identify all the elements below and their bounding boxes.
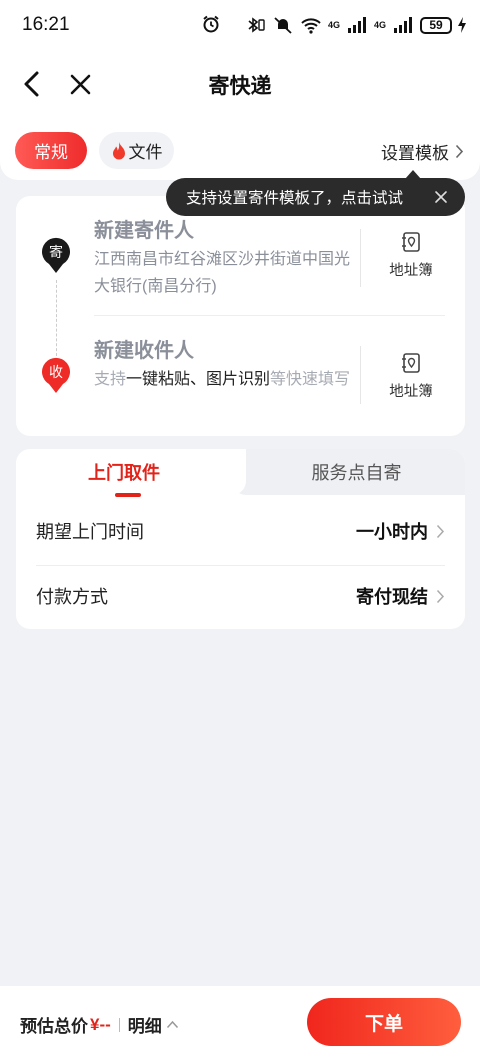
- receiver-address-book-button[interactable]: 地址簿: [378, 352, 444, 412]
- estimate-label: 预估总价: [20, 1017, 88, 1036]
- detail-label: 明细: [127, 1017, 162, 1036]
- connector-line: [56, 280, 57, 356]
- payment-value: 寄付现结: [356, 587, 428, 607]
- chip-document-label: 文件: [128, 143, 163, 162]
- receiver-address-book-label: 地址簿: [389, 384, 433, 400]
- sender-address-book-label: 地址簿: [389, 263, 433, 279]
- alarm-icon: [203, 15, 219, 33]
- estimate-price: ¥--: [90, 1014, 111, 1034]
- network-label-1: 4G: [327, 19, 340, 30]
- divider: [360, 346, 361, 404]
- estimate-total: 预估总价 ¥-- 明细: [20, 1012, 179, 1037]
- network-label-2: 4G: [373, 19, 386, 30]
- receiver-pin-label: 收: [49, 365, 63, 381]
- bluetooth-icon: [248, 17, 265, 33]
- signal-icon-2: [394, 17, 412, 33]
- chevron-up-icon: [166, 1020, 178, 1029]
- divider: [360, 229, 361, 287]
- status-time: 16:21: [22, 14, 70, 35]
- address-card: 寄 收 新建寄件人 江西南昌市红谷滩区沙井街道中国光大银行(南昌分行) 地址簿 …: [16, 196, 465, 436]
- status-bar: 16:21 4G 4G 59: [0, 0, 480, 50]
- sender-pin-icon: 寄: [42, 237, 70, 273]
- chip-regular[interactable]: 常规: [15, 132, 87, 169]
- address-book-icon: [402, 353, 420, 373]
- new-sender-title[interactable]: 新建寄件人: [94, 214, 194, 243]
- battery-level: 59: [429, 18, 443, 32]
- tooltip-close-icon[interactable]: [433, 189, 449, 205]
- tab-service-point[interactable]: 服务点自寄: [248, 449, 465, 495]
- hint-suffix: 等快速填写: [270, 371, 351, 388]
- place-order-button[interactable]: 下单: [307, 998, 461, 1046]
- new-receiver-title[interactable]: 新建收件人: [94, 334, 194, 363]
- divider: [118, 1017, 120, 1032]
- payment-label: 付款方式: [36, 587, 108, 607]
- hint-prefix: 支持: [94, 371, 127, 388]
- receiver-hint[interactable]: 支持一键粘贴、图片识别等快速填写: [94, 366, 356, 393]
- mute-bell-icon: [274, 17, 292, 34]
- payment-row[interactable]: 付款方式 寄付现结: [36, 566, 445, 626]
- address-book-icon: [402, 232, 420, 252]
- pickup-time-value: 一小时内: [356, 522, 428, 542]
- set-template-link[interactable]: 设置模板: [381, 139, 464, 164]
- charging-icon: [458, 17, 466, 33]
- chevron-right-icon: [436, 524, 445, 538]
- nav-bar: 寄快递: [0, 54, 480, 114]
- wifi-icon: [301, 18, 321, 34]
- chip-document[interactable]: 文件: [99, 132, 174, 169]
- flame-icon: [112, 141, 125, 159]
- pickup-time-label: 期望上门时间: [36, 522, 144, 542]
- sender-address-book-button[interactable]: 地址簿: [378, 231, 444, 291]
- status-icons: 4G 4G 59: [244, 14, 466, 36]
- hint-highlight: 一键粘贴、图片识别: [126, 371, 271, 388]
- chevron-right-icon: [455, 144, 464, 159]
- active-tab-indicator: [115, 493, 141, 497]
- divider: [94, 315, 445, 316]
- pickup-card: 上门取件 服务点自寄 期望上门时间 一小时内 付款方式 寄付现结: [16, 449, 465, 629]
- signal-icon: [347, 17, 366, 33]
- sender-pin-label: 寄: [49, 244, 63, 261]
- pickup-time-row[interactable]: 期望上门时间 一小时内: [36, 501, 445, 561]
- page-title: 寄快递: [208, 75, 272, 98]
- chevron-right-icon: [436, 589, 445, 603]
- template-tooltip[interactable]: 支持设置寄件模板了，点击试试: [166, 178, 465, 216]
- bottom-bar: 预估总价 ¥-- 明细 下单: [0, 986, 480, 1058]
- tooltip-text: 支持设置寄件模板了，点击试试: [186, 190, 404, 207]
- tab-curve: [232, 449, 246, 495]
- sender-address[interactable]: 江西南昌市红谷滩区沙井街道中国光大银行(南昌分行): [94, 246, 354, 300]
- tab-home-pickup[interactable]: 上门取件: [16, 449, 232, 495]
- receiver-pin-icon: 收: [42, 357, 70, 393]
- battery-icon: 59: [420, 16, 452, 34]
- set-template-label: 设置模板: [381, 144, 449, 163]
- detail-toggle[interactable]: 明细: [128, 1012, 179, 1037]
